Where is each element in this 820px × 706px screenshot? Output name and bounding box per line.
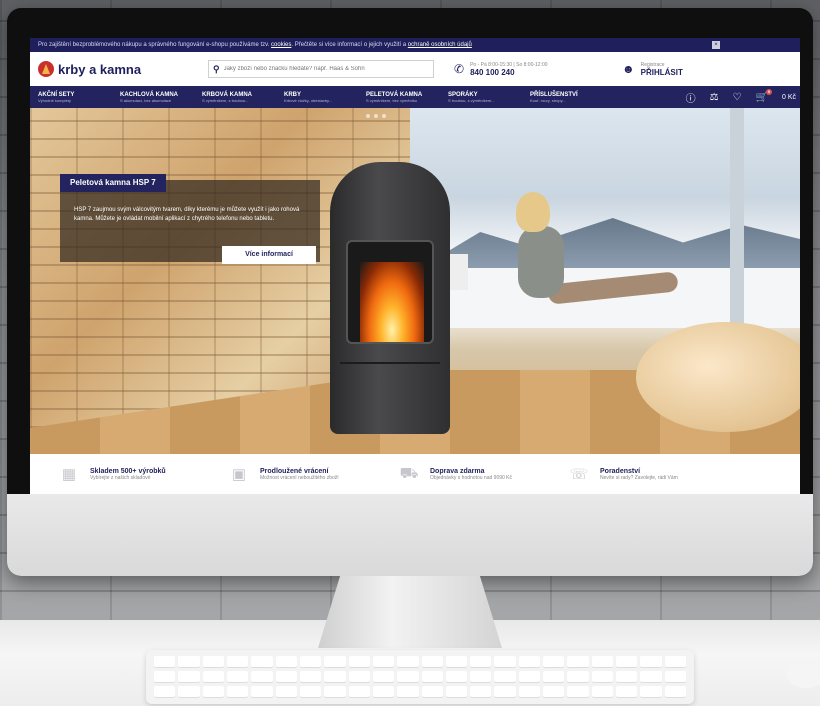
stove-fire (360, 262, 424, 342)
cookie-bar: Pro zajištění bezproblémového nákupu a s… (30, 38, 800, 52)
feature-support[interactable]: ☏ Poradenství Nevíte si rady? Zavolejte,… (566, 465, 736, 483)
privacy-link[interactable]: ochraně osobních údajů (408, 42, 472, 48)
promo-text: HSP 7 zaujmou svým válcovitým tvarem, dí… (74, 207, 300, 222)
nav-item-kachlova-kamna[interactable]: KACHLOVÁ KAMNA S akumulací, bez akumulac… (116, 92, 198, 103)
hero-banner: Peletová kamna HSP 7 HSP 7 zaujmou svým … (30, 108, 800, 454)
login[interactable]: ☻ Registrace PŘIHLÁSIT (622, 62, 683, 77)
phone-contact[interactable]: ✆ Po - Pá 8:00-15:30 | So 8:00-12:00 840… (454, 62, 594, 77)
nav-item-sub: S akumulací, bez akumulace (120, 97, 172, 103)
nav-item-peletova-kamna[interactable]: PELETOVÁ KAMNA S výměníkem, bez výměníku (362, 92, 444, 103)
promo-title: Peletová kamna HSP 7 (60, 174, 166, 192)
nav-item-sub: S výměníkem, s troubou... (202, 97, 249, 103)
stove-door (346, 240, 434, 344)
feature-strip: ▦ Skladem 500+ výrobků Vybírejte z našic… (30, 454, 800, 494)
search-input[interactable] (223, 66, 424, 72)
cart-badge: 0 (765, 88, 772, 95)
cookie-text: Pro zajištění bezproblémového nákupu a s… (38, 42, 270, 48)
cart-price[interactable]: 0 Kč (782, 94, 796, 101)
feature-title: Prodloužené vrácení (260, 467, 329, 475)
nav-item-akcni-sety[interactable]: AKČNÍ SETY Výhodné komplety (34, 92, 116, 103)
login-label: PŘIHLÁSIT (640, 67, 683, 77)
feature-title: Skladem 500+ výrobků (90, 467, 166, 475)
more-info-button[interactable]: Více informací (222, 246, 316, 264)
close-icon[interactable]: × (712, 41, 720, 49)
nav-item-prislusenstvi[interactable]: PŘÍSLUŠENSTVÍ Kouř. roury, stropy... (526, 92, 608, 103)
logo-text: krby a kamna (58, 61, 142, 77)
hero-cube (448, 254, 468, 290)
phone-number: 840 100 240 (470, 67, 515, 77)
search-box: ⚲ (208, 60, 434, 78)
main-nav: AKČNÍ SETY Výhodné komplety KACHLOVÁ KAM… (30, 86, 800, 108)
feature-title: Doprava zdarma (430, 467, 485, 475)
nav-item-sub: S troubou, s výměníkem... (448, 97, 495, 103)
keyboard (146, 650, 694, 704)
nav-item-krbova-kamna[interactable]: KRBOVÁ KAMNA S výměníkem, s troubou... (198, 92, 280, 103)
box-return-icon: ▣ (231, 466, 247, 483)
heart-icon[interactable]: ♡ (733, 92, 742, 103)
scales-compare-icon[interactable]: ⚖ (710, 92, 719, 103)
cookie-text-2: . Přečtěte si více informací o jejich vy… (291, 42, 407, 48)
hero-woman (478, 192, 688, 342)
feature-sub: Objednávky s hodnotou nad 9090 Kč (430, 474, 513, 481)
cookies-link[interactable]: cookies (271, 42, 291, 48)
imac-stand (318, 576, 502, 648)
truck-icon: ⛟ (399, 465, 419, 482)
nav-item-krby[interactable]: KRBY Krbové vložky, obestavby... (280, 92, 362, 103)
nav-icons: ⓘ ⚖ ♡ 🛒 0 0 Kč (686, 86, 796, 108)
cart-icon[interactable]: 🛒 0 (756, 88, 772, 103)
hero-stove (330, 162, 450, 434)
hero-window-frame (730, 108, 744, 343)
feature-sub: Nevíte si rady? Zavolejte, rádi Vám (600, 474, 678, 481)
phone-hours: Po - Pá 8:00-15:30 | So 8:00-12:00 (470, 61, 548, 68)
feature-title: Poradenství (600, 467, 641, 475)
headset-icon: ☏ (569, 466, 589, 483)
search-icon[interactable]: ⚲ (213, 64, 220, 75)
nav-item-sporaky[interactable]: SPORÁKY S troubou, s výměníkem... (444, 92, 526, 103)
nav-item-sub: Výhodné komplety (38, 97, 71, 103)
site-header: krby a kamna ⚲ ✆ Po - Pá 8:00-15:30 | So… (30, 52, 800, 86)
info-icon[interactable]: ⓘ (686, 90, 696, 105)
warehouse-icon: ▦ (61, 466, 77, 483)
phone-icon: ✆ (454, 62, 465, 76)
feature-return[interactable]: ▣ Prodloužené vrácení Možnost vrácení ne… (226, 465, 396, 483)
user-icon: ☻ (622, 62, 635, 76)
imac-chin (7, 494, 813, 576)
mouse (786, 658, 820, 688)
nav-item-sub: Krbové vložky, obestavby... (284, 97, 333, 103)
flame-logo-icon (38, 61, 54, 77)
nav-item-sub: Kouř. roury, stropy... (530, 97, 566, 103)
screen: Pro zajištění bezproblémového nákupu a s… (30, 38, 800, 494)
feature-sub: Možnost vrácení neboužitého zboží (260, 474, 339, 481)
slider-dots[interactable] (366, 114, 386, 118)
feature-shipping[interactable]: ⛟ Doprava zdarma Objednávky s hodnotou n… (396, 465, 566, 483)
logo[interactable]: krby a kamna (38, 61, 198, 77)
nav-item-sub: S výměníkem, bez výměníku (366, 97, 418, 103)
feature-stock[interactable]: ▦ Skladem 500+ výrobků Vybírejte z našic… (56, 465, 226, 483)
feature-sub: Vybírejte z našich skladové (90, 474, 151, 481)
